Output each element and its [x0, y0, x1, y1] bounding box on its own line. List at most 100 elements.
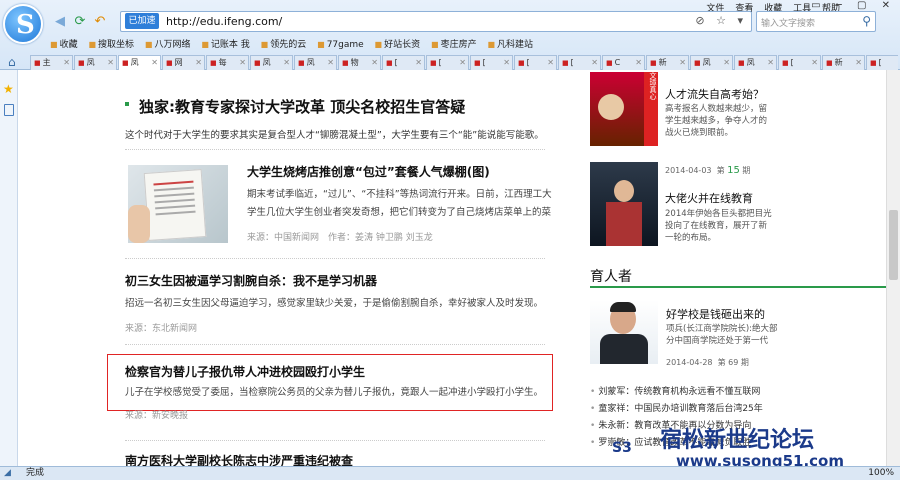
fav-item[interactable]: 搜取坐标 [88, 40, 134, 50]
vertical-scrollbar[interactable] [886, 70, 900, 466]
list-item[interactable]: 童家祥：中国民办培训教育落后台湾25年 [590, 401, 890, 418]
fav-item[interactable]: 八万网络 [145, 40, 191, 50]
article-title[interactable]: 初三女生因被逼学习割腕自杀：我不是学习机器 [125, 272, 555, 289]
fav-item[interactable]: 收藏 [50, 40, 78, 50]
window-controls[interactable]: ▭ ─ ▢ ✕ [811, 0, 896, 11]
person-image [598, 94, 624, 120]
browser-tab[interactable]: [✕ [778, 55, 821, 70]
browser-tab[interactable]: 凤✕ [118, 55, 161, 70]
tab-close-icon[interactable]: ✕ [635, 56, 642, 70]
tab-close-icon[interactable]: ✕ [723, 56, 730, 70]
article-item: 检察官为替儿子报仇带人冲进校园殴打小学生 儿子在学校感觉受了委屈，当检察院公务员… [125, 363, 555, 421]
browser-tab[interactable]: [✕ [514, 55, 557, 70]
fav-item[interactable]: 77game [317, 40, 364, 50]
tab-label: 凤 [86, 58, 95, 67]
sidebar-strip: ★ [0, 70, 18, 466]
educator-photo[interactable] [590, 300, 658, 364]
browser-tab[interactable]: 凤✕ [74, 55, 117, 70]
fav-item[interactable]: 好站长资 [375, 40, 421, 50]
article-desc: 儿子在学校感觉受了委屈，当检察院公务员的父亲为替儿子报仇，竟跟人一起冲进小学殴打… [125, 387, 544, 398]
browser-tab[interactable]: 凤✕ [734, 55, 777, 70]
right-story-desc: 高考报名人数越来越少，留学生越来越多，争夺人才的战火已烧到眼前。 [665, 104, 768, 138]
right-story-title[interactable]: 大佬火并在线教育 [665, 190, 753, 206]
search-placeholder[interactable]: 输入文字搜索 [761, 16, 815, 29]
feature-title[interactable]: 独家:教育专家探讨大学改革 顶尖名校招生官答疑 [139, 96, 545, 117]
fav-item[interactable]: 枣庄房产 [431, 40, 477, 50]
browser-tab[interactable]: [✕ [426, 55, 469, 70]
undo-icon[interactable]: ↶ [92, 14, 108, 30]
tab-close-icon[interactable]: ✕ [195, 56, 202, 70]
browser-tab[interactable]: 新✕ [822, 55, 865, 70]
search-box[interactable]: 输入文字搜索 ⚲ [756, 11, 876, 32]
browser-window: 文件 查看 收藏 工具 帮助 ▭ ─ ▢ ✕ ◀ ⟳ ↶ http://edu.… [0, 0, 900, 480]
tab-close-icon[interactable]: ✕ [503, 56, 510, 70]
article-thumbnail[interactable] [128, 165, 228, 243]
refresh-icon[interactable]: ⟳ [72, 14, 88, 30]
search-icon[interactable]: ⚲ [862, 14, 871, 28]
tab-close-icon[interactable]: ✕ [679, 56, 686, 70]
hair-image [610, 302, 636, 312]
browser-tab[interactable]: 每✕ [206, 55, 249, 70]
browser-tab[interactable]: [✕ [558, 55, 601, 70]
issue-date: 2014-04-03 第 15 期 [665, 165, 750, 176]
tab-close-icon[interactable]: ✕ [855, 56, 862, 70]
tab-close-icon[interactable]: ✕ [459, 56, 466, 70]
right-story-title[interactable]: 人才流失自高考始？ [665, 86, 764, 102]
browser-tab[interactable]: 网✕ [162, 55, 205, 70]
address-bar[interactable]: http://edu.ifeng.com/ ⊘ ☆ ▾ [120, 11, 752, 32]
browser-tab[interactable]: 物✕ [338, 55, 381, 70]
accelerated-badge[interactable]: 已加速 [125, 13, 159, 29]
tab-close-icon[interactable]: ✕ [591, 56, 598, 70]
tab-close-icon[interactable]: ✕ [811, 56, 818, 70]
divider [125, 258, 545, 259]
browser-tab[interactable]: 凤✕ [294, 55, 337, 70]
back-icon[interactable]: ◀ [52, 14, 68, 30]
favorite-star-icon[interactable]: ★ [3, 82, 14, 96]
section-title[interactable]: 育人者 [590, 266, 632, 286]
tab-close-icon[interactable]: ✕ [283, 56, 290, 70]
fav-item[interactable]: 记账本 我 [201, 40, 249, 50]
tab-close-icon[interactable]: ✕ [371, 56, 378, 70]
article-title[interactable]: 大学生烧烤店推创意“包过”套餐人气爆棚(图) [247, 163, 552, 180]
article-title[interactable]: 检察官为替儿子报仇带人冲进校园殴打小学生 [125, 363, 555, 380]
browser-tab[interactable]: 主✕ [30, 55, 73, 70]
tab-close-icon[interactable]: ✕ [151, 56, 158, 70]
tab-label: [ [394, 58, 398, 67]
browser-tab[interactable]: C✕ [602, 55, 645, 70]
list-item[interactable]: 刘蒙军：传统教育机构永远看不懂互联网 [590, 384, 890, 401]
tab-close-icon[interactable]: ✕ [415, 56, 422, 70]
tab-close-icon[interactable]: ✕ [63, 56, 70, 70]
article-source: 来源：新安晚报 [125, 411, 189, 421]
address-url[interactable]: http://edu.ifeng.com/ [166, 15, 282, 28]
browser-tab[interactable]: [✕ [470, 55, 513, 70]
status-text: 完成 [26, 468, 45, 478]
issue-number: 15 [727, 165, 740, 176]
scrollbar-thumb[interactable] [889, 210, 898, 280]
tab-label: 每 [218, 58, 227, 67]
tab-label: C [614, 58, 621, 67]
browser-tab[interactable]: 新✕ [646, 55, 689, 70]
right-story-title[interactable]: 好学校是钱砸出来的 [666, 306, 765, 322]
tab-close-icon[interactable]: ✕ [547, 56, 554, 70]
tab-label: [ [878, 58, 882, 67]
browser-tab[interactable]: [✕ [866, 55, 898, 70]
browser-tab[interactable]: [✕ [382, 55, 425, 70]
divider [125, 149, 545, 150]
fav-item[interactable]: 凡科建站 [487, 40, 533, 50]
browser-tab[interactable]: 凤✕ [690, 55, 733, 70]
section-divider [590, 286, 888, 288]
zoom-level[interactable]: 100% [868, 467, 894, 480]
tab-close-icon[interactable]: ✕ [107, 56, 114, 70]
tab-close-icon[interactable]: ✕ [239, 56, 246, 70]
browser-logo-icon[interactable] [3, 4, 43, 44]
tab-close-icon[interactable]: ✕ [767, 56, 774, 70]
address-tools[interactable]: ⊘ ☆ ▾ [695, 14, 747, 27]
favorites-bar: 收藏 搜取坐标 八万网络 记账本 我 领先的云 77game 好站长资 枣庄房产… [50, 37, 541, 51]
home-icon[interactable]: ⌂ [8, 55, 16, 69]
story-image[interactable]: 文璋真心 [590, 72, 658, 146]
story-image[interactable] [590, 162, 658, 246]
fav-item[interactable]: 领先的云 [261, 40, 307, 50]
browser-tab[interactable]: 凤✕ [250, 55, 293, 70]
tab-close-icon[interactable]: ✕ [327, 56, 334, 70]
bookmark-icon[interactable] [4, 104, 14, 116]
